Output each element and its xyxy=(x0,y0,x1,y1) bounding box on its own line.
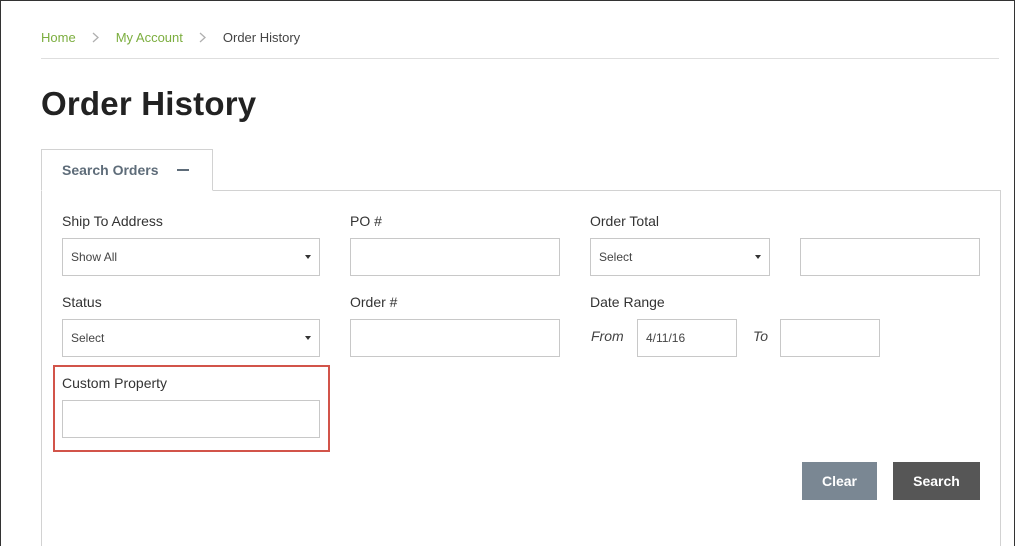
po-label: PO # xyxy=(350,213,382,229)
status-value: Select xyxy=(71,331,105,345)
tab-label: Search Orders xyxy=(62,162,159,178)
search-button[interactable]: Search xyxy=(893,462,980,500)
page-frame: Home My Account Order History Order Hist… xyxy=(0,0,1015,546)
ship-to-label: Ship To Address xyxy=(62,213,163,229)
breadcrumb-home-link[interactable]: Home xyxy=(41,30,76,45)
date-to-label: To xyxy=(753,328,769,344)
page-title: Order History xyxy=(41,85,257,122)
breadcrumb-current: Order History xyxy=(222,30,301,45)
order-total-label: Order Total xyxy=(590,213,659,229)
chevron-right-icon xyxy=(199,32,209,43)
collapse-icon[interactable] xyxy=(176,169,189,171)
clear-button[interactable]: Clear xyxy=(802,462,877,500)
chevron-right-icon xyxy=(92,32,102,43)
order-number-label: Order # xyxy=(350,294,398,310)
breadcrumb: Home My Account Order History xyxy=(41,30,300,45)
status-label: Status xyxy=(62,294,102,310)
caret-down-icon xyxy=(305,336,311,340)
order-total-select[interactable]: Select xyxy=(590,238,770,276)
status-select[interactable]: Select xyxy=(62,319,320,357)
date-from-label: From xyxy=(591,328,624,344)
date-range-label: Date Range xyxy=(590,294,665,310)
caret-down-icon xyxy=(755,255,761,259)
date-to-input[interactable] xyxy=(780,319,880,357)
ship-to-value: Show All xyxy=(71,250,118,264)
po-input[interactable] xyxy=(350,238,560,276)
divider xyxy=(41,58,999,59)
order-number-input[interactable] xyxy=(350,319,560,357)
ship-to-select[interactable]: Show All xyxy=(62,238,320,276)
order-total-select-value: Select xyxy=(599,250,633,264)
date-from-input[interactable] xyxy=(637,319,737,357)
order-total-input[interactable] xyxy=(800,238,980,276)
caret-down-icon xyxy=(305,255,311,259)
custom-property-highlight xyxy=(53,365,330,452)
breadcrumb-my-account-link[interactable]: My Account xyxy=(116,30,183,45)
tab-search-orders[interactable]: Search Orders xyxy=(41,149,213,191)
